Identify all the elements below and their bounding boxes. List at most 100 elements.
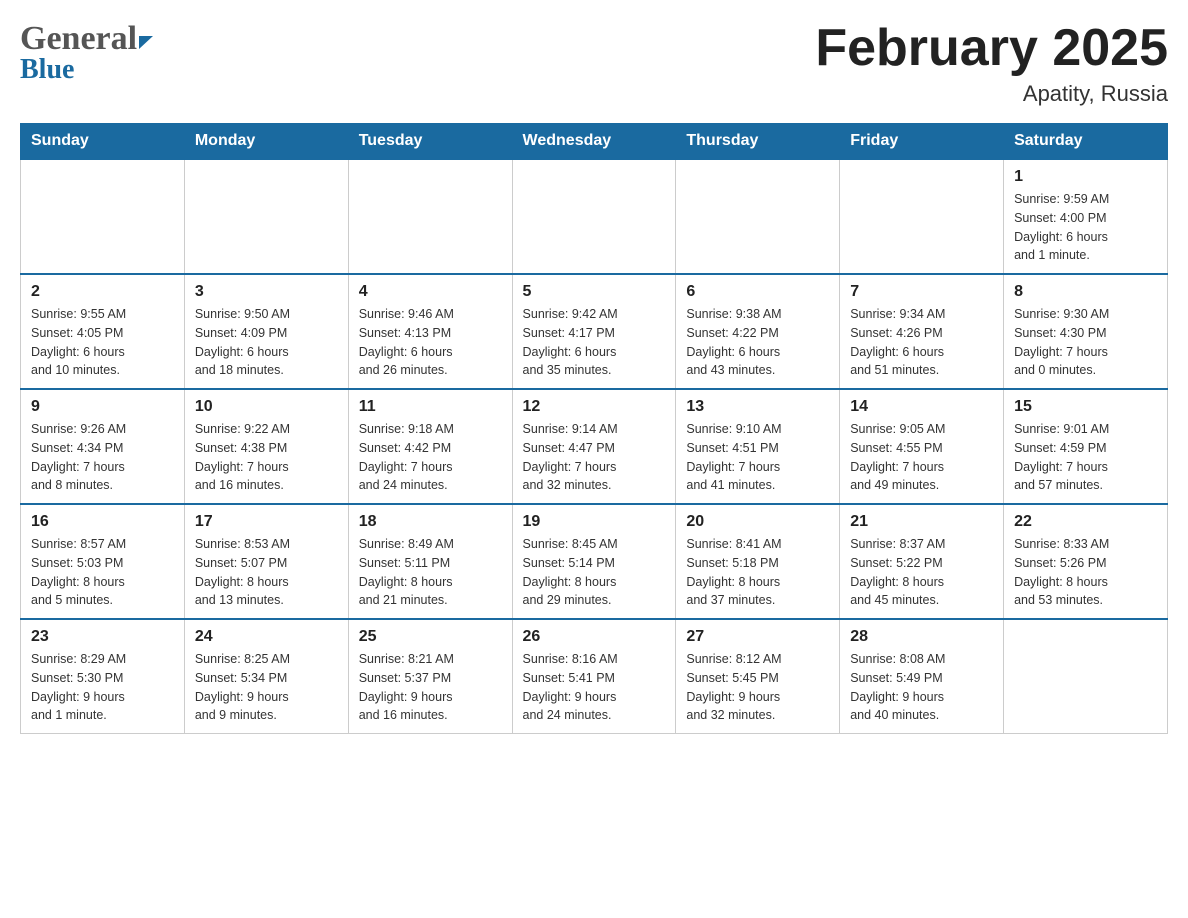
day-info: Sunrise: 9:30 AM Sunset: 4:30 PM Dayligh… [1014, 305, 1157, 380]
calendar-cell: 15Sunrise: 9:01 AM Sunset: 4:59 PM Dayli… [1004, 389, 1168, 504]
calendar-cell [512, 159, 676, 274]
day-info: Sunrise: 8:08 AM Sunset: 5:49 PM Dayligh… [850, 650, 993, 725]
day-number: 3 [195, 283, 338, 301]
day-info: Sunrise: 9:59 AM Sunset: 4:00 PM Dayligh… [1014, 190, 1157, 265]
day-number: 22 [1014, 513, 1157, 531]
day-info: Sunrise: 9:05 AM Sunset: 4:55 PM Dayligh… [850, 420, 993, 495]
calendar-cell: 12 Sunrise: 9:14 AM Sunset: 4:47 PM Dayli… [512, 389, 676, 504]
title-area: February 2025 Apatity, Russia [815, 20, 1168, 107]
calendar-cell: 5 Sunrise: 9:42 AM Sunset: 4:17 PM Daylig… [512, 274, 676, 389]
day-info: Sunrise: 9:38 AM Sunset: 4:22 PM Dayligh… [686, 305, 829, 380]
day-number: 14 [850, 398, 993, 416]
calendar-cell: 1 Sunrise: 9:59 AM Sunset: 4:00 PM Daylig… [1004, 159, 1168, 274]
col-header-wednesday: Wednesday [512, 124, 676, 160]
day-number: 8 [1014, 283, 1157, 301]
calendar-cell: 10 Sunrise: 9:22 AM Sunset: 4:38 PM Dayli… [184, 389, 348, 504]
day-info: Sunrise: 8:21 AM Sunset: 5:37 PM Dayligh… [359, 650, 502, 725]
calendar-cell [676, 159, 840, 274]
day-number: 17 [195, 513, 338, 531]
calendar-cell: 18 Sunrise: 8:49 AM Sunset: 5:11 PM Dayli… [348, 504, 512, 619]
day-info: Sunrise: 8:12 AM Sunset: 5:45 PM Dayligh… [686, 650, 829, 725]
day-info: Sunrise: 9:46 AM Sunset: 4:13 PM Dayligh… [359, 305, 502, 380]
calendar-table: SundayMondayTuesdayWednesdayThursdayFrid… [20, 123, 1168, 734]
calendar-cell: 26Sunrise: 8:16 AM Sunset: 5:41 PM Dayli… [512, 619, 676, 734]
page-header: General Blue February 2025 Apatity, Russ… [20, 20, 1168, 107]
calendar-cell: 27 Sunrise: 8:12 AM Sunset: 5:45 PM Dayli… [676, 619, 840, 734]
day-number: 13 [686, 398, 829, 416]
day-info: Sunrise: 8:33 AM Sunset: 5:26 PM Dayligh… [1014, 535, 1157, 610]
calendar-header-row: SundayMondayTuesdayWednesdayThursdayFrid… [21, 124, 1168, 160]
logo-arrow-icon [139, 36, 153, 49]
calendar-week-row: 1 Sunrise: 9:59 AM Sunset: 4:00 PM Daylig… [21, 159, 1168, 274]
day-number: 10 [195, 398, 338, 416]
calendar-cell [184, 159, 348, 274]
logo: General Blue [20, 20, 153, 86]
calendar-cell: 9 Sunrise: 9:26 AM Sunset: 4:34 PM Daylig… [21, 389, 185, 504]
calendar-cell: 22 Sunrise: 8:33 AM Sunset: 5:26 PM Dayli… [1004, 504, 1168, 619]
day-number: 16 [31, 513, 174, 531]
day-number: 19 [523, 513, 666, 531]
day-number: 27 [686, 628, 829, 646]
logo-blue: Blue [20, 54, 74, 86]
col-header-sunday: Sunday [21, 124, 185, 160]
month-title: February 2025 [815, 20, 1168, 77]
col-header-saturday: Saturday [1004, 124, 1168, 160]
day-number: 9 [31, 398, 174, 416]
day-number: 15 [1014, 398, 1157, 416]
day-number: 25 [359, 628, 502, 646]
calendar-cell: 16 Sunrise: 8:57 AM Sunset: 5:03 PM Dayli… [21, 504, 185, 619]
day-info: Sunrise: 8:49 AM Sunset: 5:11 PM Dayligh… [359, 535, 502, 610]
day-number: 1 [1014, 168, 1157, 186]
calendar-cell: 24Sunrise: 8:25 AM Sunset: 5:34 PM Dayli… [184, 619, 348, 734]
day-info: Sunrise: 8:37 AM Sunset: 5:22 PM Dayligh… [850, 535, 993, 610]
logo-general: General [20, 20, 137, 58]
calendar-cell: 6 Sunrise: 9:38 AM Sunset: 4:22 PM Daylig… [676, 274, 840, 389]
calendar-cell: 11Sunrise: 9:18 AM Sunset: 4:42 PM Dayli… [348, 389, 512, 504]
calendar-cell: 17Sunrise: 8:53 AM Sunset: 5:07 PM Dayli… [184, 504, 348, 619]
col-header-thursday: Thursday [676, 124, 840, 160]
day-number: 2 [31, 283, 174, 301]
day-info: Sunrise: 9:22 AM Sunset: 4:38 PM Dayligh… [195, 420, 338, 495]
calendar-cell [21, 159, 185, 274]
calendar-week-row: 23Sunrise: 8:29 AM Sunset: 5:30 PM Dayli… [21, 619, 1168, 734]
day-number: 11 [359, 398, 502, 416]
calendar-cell: 4 Sunrise: 9:46 AM Sunset: 4:13 PM Daylig… [348, 274, 512, 389]
calendar-cell: 3 Sunrise: 9:50 AM Sunset: 4:09 PM Daylig… [184, 274, 348, 389]
day-info: Sunrise: 8:57 AM Sunset: 5:03 PM Dayligh… [31, 535, 174, 610]
day-number: 21 [850, 513, 993, 531]
location: Apatity, Russia [815, 81, 1168, 107]
day-info: Sunrise: 8:45 AM Sunset: 5:14 PM Dayligh… [523, 535, 666, 610]
calendar-cell: 14 Sunrise: 9:05 AM Sunset: 4:55 PM Dayli… [840, 389, 1004, 504]
day-number: 5 [523, 283, 666, 301]
day-info: Sunrise: 9:10 AM Sunset: 4:51 PM Dayligh… [686, 420, 829, 495]
day-number: 28 [850, 628, 993, 646]
day-info: Sunrise: 9:50 AM Sunset: 4:09 PM Dayligh… [195, 305, 338, 380]
day-number: 26 [523, 628, 666, 646]
calendar-week-row: 2 Sunrise: 9:55 AM Sunset: 4:05 PM Daylig… [21, 274, 1168, 389]
day-number: 4 [359, 283, 502, 301]
day-info: Sunrise: 9:26 AM Sunset: 4:34 PM Dayligh… [31, 420, 174, 495]
calendar-cell [840, 159, 1004, 274]
calendar-cell: 13 Sunrise: 9:10 AM Sunset: 4:51 PM Dayli… [676, 389, 840, 504]
calendar-week-row: 16 Sunrise: 8:57 AM Sunset: 5:03 PM Dayli… [21, 504, 1168, 619]
day-info: Sunrise: 9:55 AM Sunset: 4:05 PM Dayligh… [31, 305, 174, 380]
col-header-friday: Friday [840, 124, 1004, 160]
calendar-cell [1004, 619, 1168, 734]
calendar-cell: 2 Sunrise: 9:55 AM Sunset: 4:05 PM Daylig… [21, 274, 185, 389]
day-number: 24 [195, 628, 338, 646]
day-number: 18 [359, 513, 502, 531]
col-header-monday: Monday [184, 124, 348, 160]
calendar-cell: 7Sunrise: 9:34 AM Sunset: 4:26 PM Daylig… [840, 274, 1004, 389]
day-info: Sunrise: 9:42 AM Sunset: 4:17 PM Dayligh… [523, 305, 666, 380]
day-number: 12 [523, 398, 666, 416]
calendar-cell: 25 Sunrise: 8:21 AM Sunset: 5:37 PM Dayli… [348, 619, 512, 734]
day-info: Sunrise: 8:29 AM Sunset: 5:30 PM Dayligh… [31, 650, 174, 725]
day-number: 20 [686, 513, 829, 531]
calendar-cell [348, 159, 512, 274]
day-info: Sunrise: 9:14 AM Sunset: 4:47 PM Dayligh… [523, 420, 666, 495]
calendar-cell: 8 Sunrise: 9:30 AM Sunset: 4:30 PM Daylig… [1004, 274, 1168, 389]
calendar-week-row: 9 Sunrise: 9:26 AM Sunset: 4:34 PM Daylig… [21, 389, 1168, 504]
calendar-cell: 23Sunrise: 8:29 AM Sunset: 5:30 PM Dayli… [21, 619, 185, 734]
day-number: 6 [686, 283, 829, 301]
calendar-cell: 19 Sunrise: 8:45 AM Sunset: 5:14 PM Dayli… [512, 504, 676, 619]
